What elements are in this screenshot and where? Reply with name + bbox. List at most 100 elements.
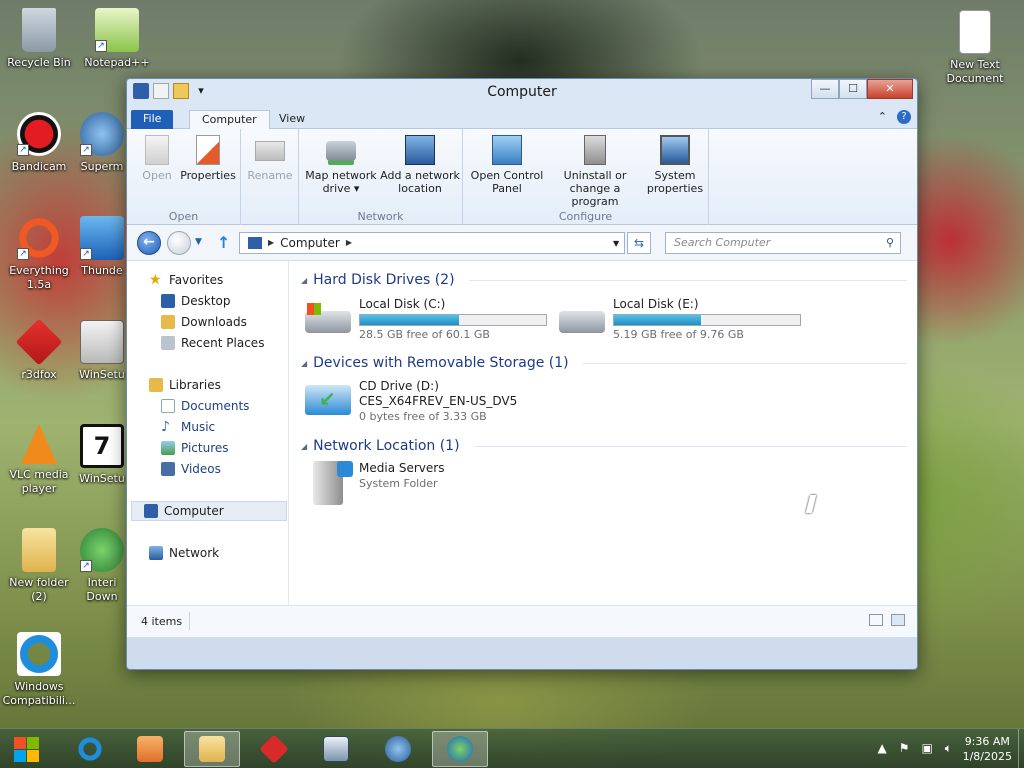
drive-name: CD Drive (D:)	[359, 379, 439, 393]
desktop-icon-superm[interactable]: ↗ Superm	[78, 112, 126, 174]
network-status-icon[interactable]: ▣	[921, 741, 932, 756]
drive-tile-e[interactable]: Local Disk (E:) 5.19 GB free of 9.76 GB	[559, 297, 801, 342]
start-button[interactable]	[4, 731, 48, 767]
nav-libraries[interactable]: Libraries	[149, 378, 221, 392]
nav-favorites[interactable]: ★ Favorites	[149, 273, 223, 287]
taskbar-r3dfox[interactable]	[246, 731, 302, 767]
network-icon	[149, 546, 163, 560]
control-panel-icon	[492, 135, 522, 165]
taskbar-internet-explorer[interactable]	[62, 731, 118, 767]
desktop-icon-thunder[interactable]: ↗ Thunde	[78, 216, 126, 278]
help-icon[interactable]: ?	[897, 110, 911, 124]
desktop-icon-winsetup-2[interactable]: 7 WinSetu	[78, 424, 126, 486]
open-control-panel-button[interactable]: Open Control Panel	[469, 135, 545, 195]
taskbar-thunder[interactable]	[432, 731, 488, 767]
taskbar-browser[interactable]	[370, 731, 426, 767]
taskbar-media-player[interactable]	[122, 731, 178, 767]
desktop-icon-winsetup-1[interactable]: WinSetu	[78, 320, 126, 382]
drive-tile-d[interactable]: ↙ CD Drive (D:) CES_X64FREV_EN-US_DV5 0 …	[305, 379, 517, 424]
forward-button[interactable]	[167, 231, 191, 255]
internet-explorer-icon	[17, 632, 61, 676]
group-header-removable[interactable]: ◢ Devices with Removable Storage (1)	[301, 352, 907, 374]
desktop-icon-notepadpp[interactable]: ↗ Notepad++	[78, 8, 156, 70]
documents-icon	[161, 399, 175, 413]
green-arrow-icon: ↙	[319, 387, 336, 411]
nav-recent-places[interactable]: Recent Places	[161, 336, 264, 350]
window-title: Computer	[487, 84, 557, 100]
desktop-icon-r3dfox[interactable]: r3dfox	[0, 318, 78, 382]
breadcrumb-chevron-icon[interactable]: ▶	[346, 233, 352, 253]
back-button[interactable]: ←	[137, 231, 161, 255]
minimize-button[interactable]: —	[811, 79, 839, 99]
nav-documents[interactable]: Documents	[161, 399, 249, 413]
collapse-triangle-icon[interactable]: ◢	[301, 442, 307, 451]
media-server-icon	[313, 461, 353, 505]
libraries-icon	[149, 378, 163, 392]
tab-file[interactable]: File	[131, 110, 174, 129]
media-servers-tile[interactable]: Media Servers System Folder	[305, 461, 444, 505]
details-view-icon[interactable]	[869, 614, 883, 626]
taskbar-app-window[interactable]	[308, 731, 364, 767]
breadcrumb-chevron-icon[interactable]: ▶	[268, 233, 274, 253]
large-icons-view-icon[interactable]	[891, 614, 905, 626]
desktop-icon-bandicam[interactable]: ↗ Bandicam	[0, 112, 78, 174]
group-title: Devices with Removable Storage (1)	[313, 355, 569, 371]
search-input[interactable]: Search Computer ⚲	[665, 232, 901, 254]
collapse-triangle-icon[interactable]: ◢	[301, 276, 307, 285]
tab-view[interactable]: View	[267, 110, 317, 129]
taskbar-file-explorer[interactable]	[184, 731, 240, 767]
properties-button[interactable]: Properties	[179, 135, 237, 182]
nav-downloads[interactable]: Downloads	[161, 315, 247, 329]
nav-pictures[interactable]: Pictures	[161, 441, 229, 455]
drive-free-space: 28.5 GB free of 60.1 GB	[359, 328, 490, 341]
map-network-drive-button[interactable]: Map network drive ▾	[303, 135, 379, 195]
tab-computer[interactable]: Computer	[189, 110, 270, 129]
nav-videos[interactable]: Videos	[161, 462, 221, 476]
collapse-ribbon-icon[interactable]: ⌃	[878, 110, 887, 124]
address-dropdown-icon[interactable]: ▼	[613, 239, 619, 248]
nav-computer[interactable]: Computer	[131, 501, 287, 521]
group-header-hard-disk[interactable]: ◢ Hard Disk Drives (2)	[301, 269, 907, 291]
show-desktop-button[interactable]	[1018, 729, 1024, 768]
breadcrumb-computer[interactable]: Computer	[280, 233, 340, 253]
add-network-location-button[interactable]: Add a network location	[379, 135, 461, 195]
desktop-icon-label: VLC media player	[9, 468, 69, 495]
uninstall-program-button[interactable]: Uninstall or change a program	[547, 135, 643, 208]
address-bar[interactable]: ▶ Computer ▶	[239, 232, 625, 254]
desktop-icon-everything[interactable]: ↗ Everything 1.5a	[0, 216, 78, 292]
close-button[interactable]: ✕	[867, 79, 913, 99]
recent-locations-dropdown-icon[interactable]: ▼	[195, 237, 202, 247]
maximize-button[interactable]: ☐	[839, 79, 867, 99]
collapse-triangle-icon[interactable]: ◢	[301, 359, 307, 368]
up-arrow-icon[interactable]: ↑	[217, 233, 230, 252]
nav-music[interactable]: ♪ Music	[161, 420, 215, 434]
clock-time: 9:36 AM	[964, 735, 1010, 748]
rename-button[interactable]: Rename	[245, 135, 295, 182]
system-clock[interactable]: 9:36 AM 1/8/2025	[963, 734, 1012, 764]
title-bar[interactable]: ▾ Computer — ☐ ✕	[127, 79, 917, 105]
desktop-icon-windows-compat[interactable]: Windows Compatibili...	[0, 632, 78, 708]
nav-network[interactable]: Network	[149, 546, 219, 560]
browser-globe-icon	[385, 736, 411, 762]
desktop-icon-recycle-bin[interactable]: Recycle Bin	[0, 8, 78, 70]
rename-label: Rename	[247, 169, 293, 182]
group-header-network-location[interactable]: ◢ Network Location (1)	[301, 435, 907, 457]
desktop-icon-vlc[interactable]: VLC media player	[0, 424, 78, 496]
action-center-flag-icon[interactable]: ⚑	[899, 741, 910, 756]
desktop-icon-new-text-document[interactable]: New Text Document	[936, 10, 1014, 86]
explorer-window[interactable]: ▾ Computer — ☐ ✕ File Computer View ⌃ ? …	[126, 78, 918, 670]
drive-usage-bar	[613, 314, 801, 326]
show-hidden-icons-icon[interactable]: ▲	[877, 741, 886, 756]
open-button[interactable]: Open	[137, 135, 177, 182]
volume-speaker-icon[interactable]: 🔈︎	[945, 741, 952, 756]
system-properties-button[interactable]: System properties	[645, 135, 705, 195]
search-icon[interactable]: ⚲	[886, 233, 894, 253]
group-divider	[473, 445, 907, 447]
refresh-button[interactable]: ⇆	[627, 232, 651, 254]
windows-logo-icon	[27, 737, 39, 749]
internet-explorer-icon	[77, 736, 103, 762]
drive-tile-c[interactable]: Local Disk (C:) 28.5 GB free of 60.1 GB	[305, 297, 547, 342]
nav-desktop[interactable]: Desktop	[161, 294, 231, 308]
desktop-icon-internet-download[interactable]: ↗ Interi Down	[78, 528, 126, 604]
desktop-icon-new-folder-2[interactable]: New folder (2)	[0, 528, 78, 604]
